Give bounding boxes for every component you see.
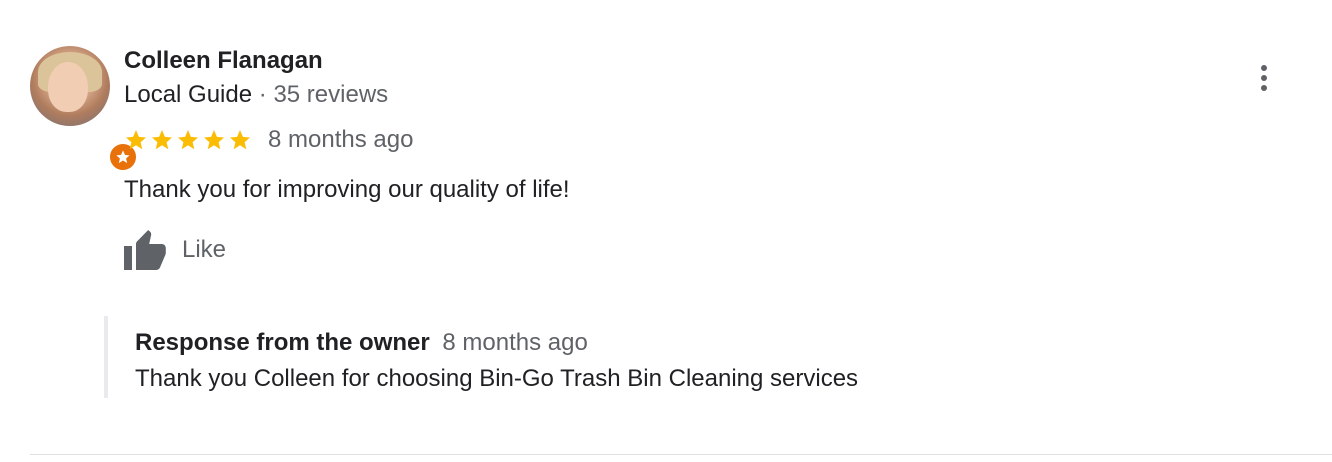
star-icon xyxy=(230,130,250,150)
review-text: Thank you for improving our quality of l… xyxy=(124,176,570,203)
more-vert-dot xyxy=(1261,85,1267,91)
star-icon xyxy=(178,130,198,150)
star-icon xyxy=(204,130,224,150)
review-divider xyxy=(30,454,1332,455)
owner-response-title: Response from the owner xyxy=(135,329,430,356)
thumb-up-icon xyxy=(124,230,166,270)
like-button[interactable]: Like xyxy=(122,228,226,272)
more-options-button[interactable] xyxy=(1248,60,1280,96)
review-card: Colleen Flanagan Local Guide · 35 review… xyxy=(0,0,1332,462)
rating-row: 8 months ago xyxy=(124,124,413,156)
more-vert-icon xyxy=(1261,65,1267,71)
owner-response: Response from the owner 8 months ago Tha… xyxy=(104,316,1008,398)
like-label: Like xyxy=(182,236,227,263)
more-vert-dot xyxy=(1261,75,1267,81)
owner-response-date: 8 months ago xyxy=(442,329,588,356)
reviewer-meta: Local Guide · 35 reviews xyxy=(124,80,388,110)
reviews-count[interactable]: 35 reviews xyxy=(273,81,388,108)
review-date: 8 months ago xyxy=(268,126,414,153)
star-icon xyxy=(152,130,172,150)
owner-response-text: Thank you Colleen for choosing Bin-Go Tr… xyxy=(135,365,859,392)
avatar-face xyxy=(48,62,88,112)
star-rating xyxy=(124,128,252,152)
owner-response-header: Response from the owner 8 months ago xyxy=(135,328,588,358)
reviewer-name[interactable]: Colleen Flanagan xyxy=(124,46,323,76)
reviewer-level: Local Guide xyxy=(124,81,253,108)
reviewer-avatar[interactable] xyxy=(30,46,138,172)
star-icon xyxy=(126,130,146,150)
meta-separator: · xyxy=(258,81,267,108)
